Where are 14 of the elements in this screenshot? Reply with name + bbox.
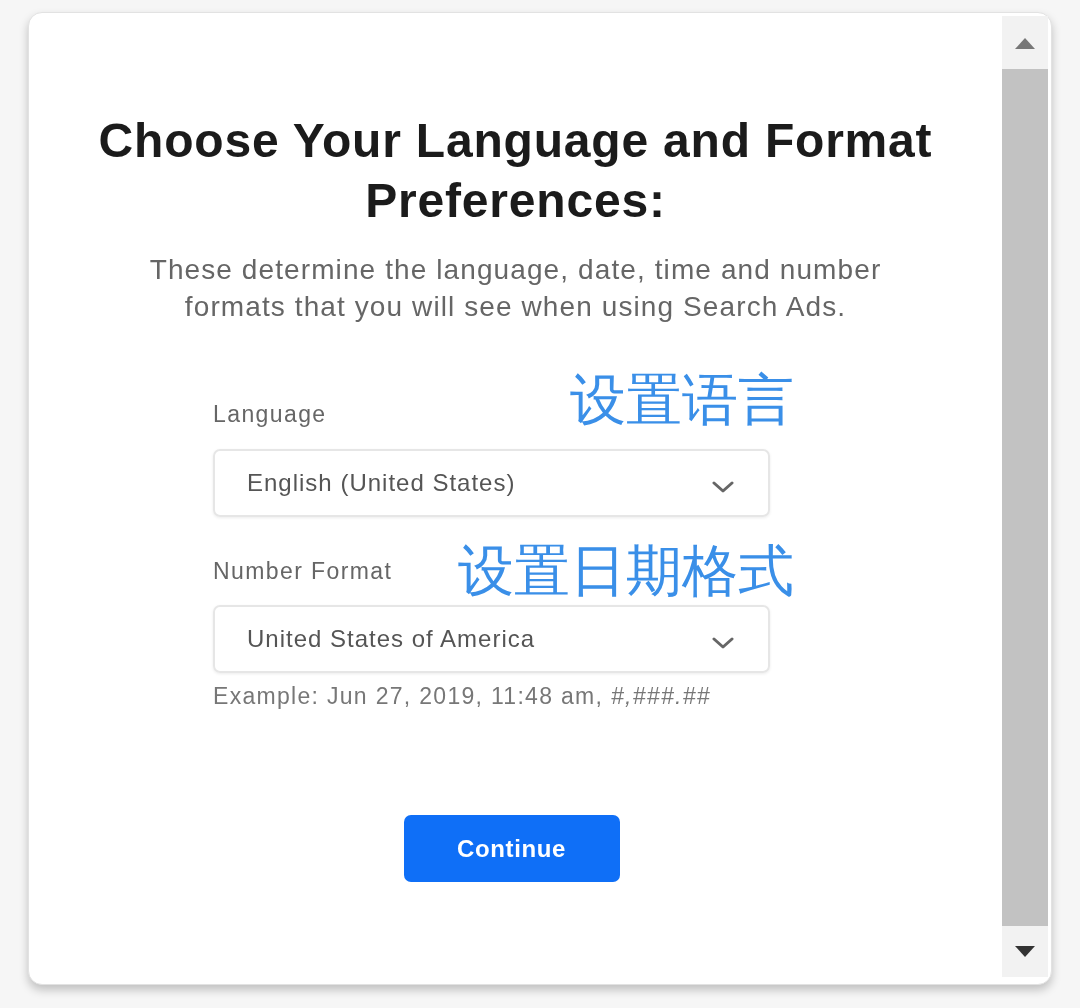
chevron-down-icon — [712, 636, 734, 650]
format-example: Example: Jun 27, 2019, 11:48 am, #,###.## — [213, 683, 712, 709]
dialog-description: These determine the language, date, time and number formats that you will see when using Search Ads. — [148, 253, 883, 324]
chevron-down-icon — [712, 480, 734, 494]
field-label: Language — [213, 401, 327, 427]
continue-button[interactable]: Continue — [403, 815, 620, 882]
annotation-label: 设置日期格式 — [458, 542, 794, 600]
dropdown-field[interactable]: English (United States) — [213, 449, 770, 517]
field-label: Number Format — [213, 558, 393, 584]
scroll-up-icon[interactable] — [1015, 38, 1035, 49]
annotation-label: 设置语言 — [570, 371, 794, 429]
dialog-title: Choose Your Language and Format Preferences: — [97, 113, 934, 229]
dropdown-field[interactable]: United States of America — [213, 605, 770, 673]
scroll-down-icon[interactable] — [1015, 946, 1035, 957]
